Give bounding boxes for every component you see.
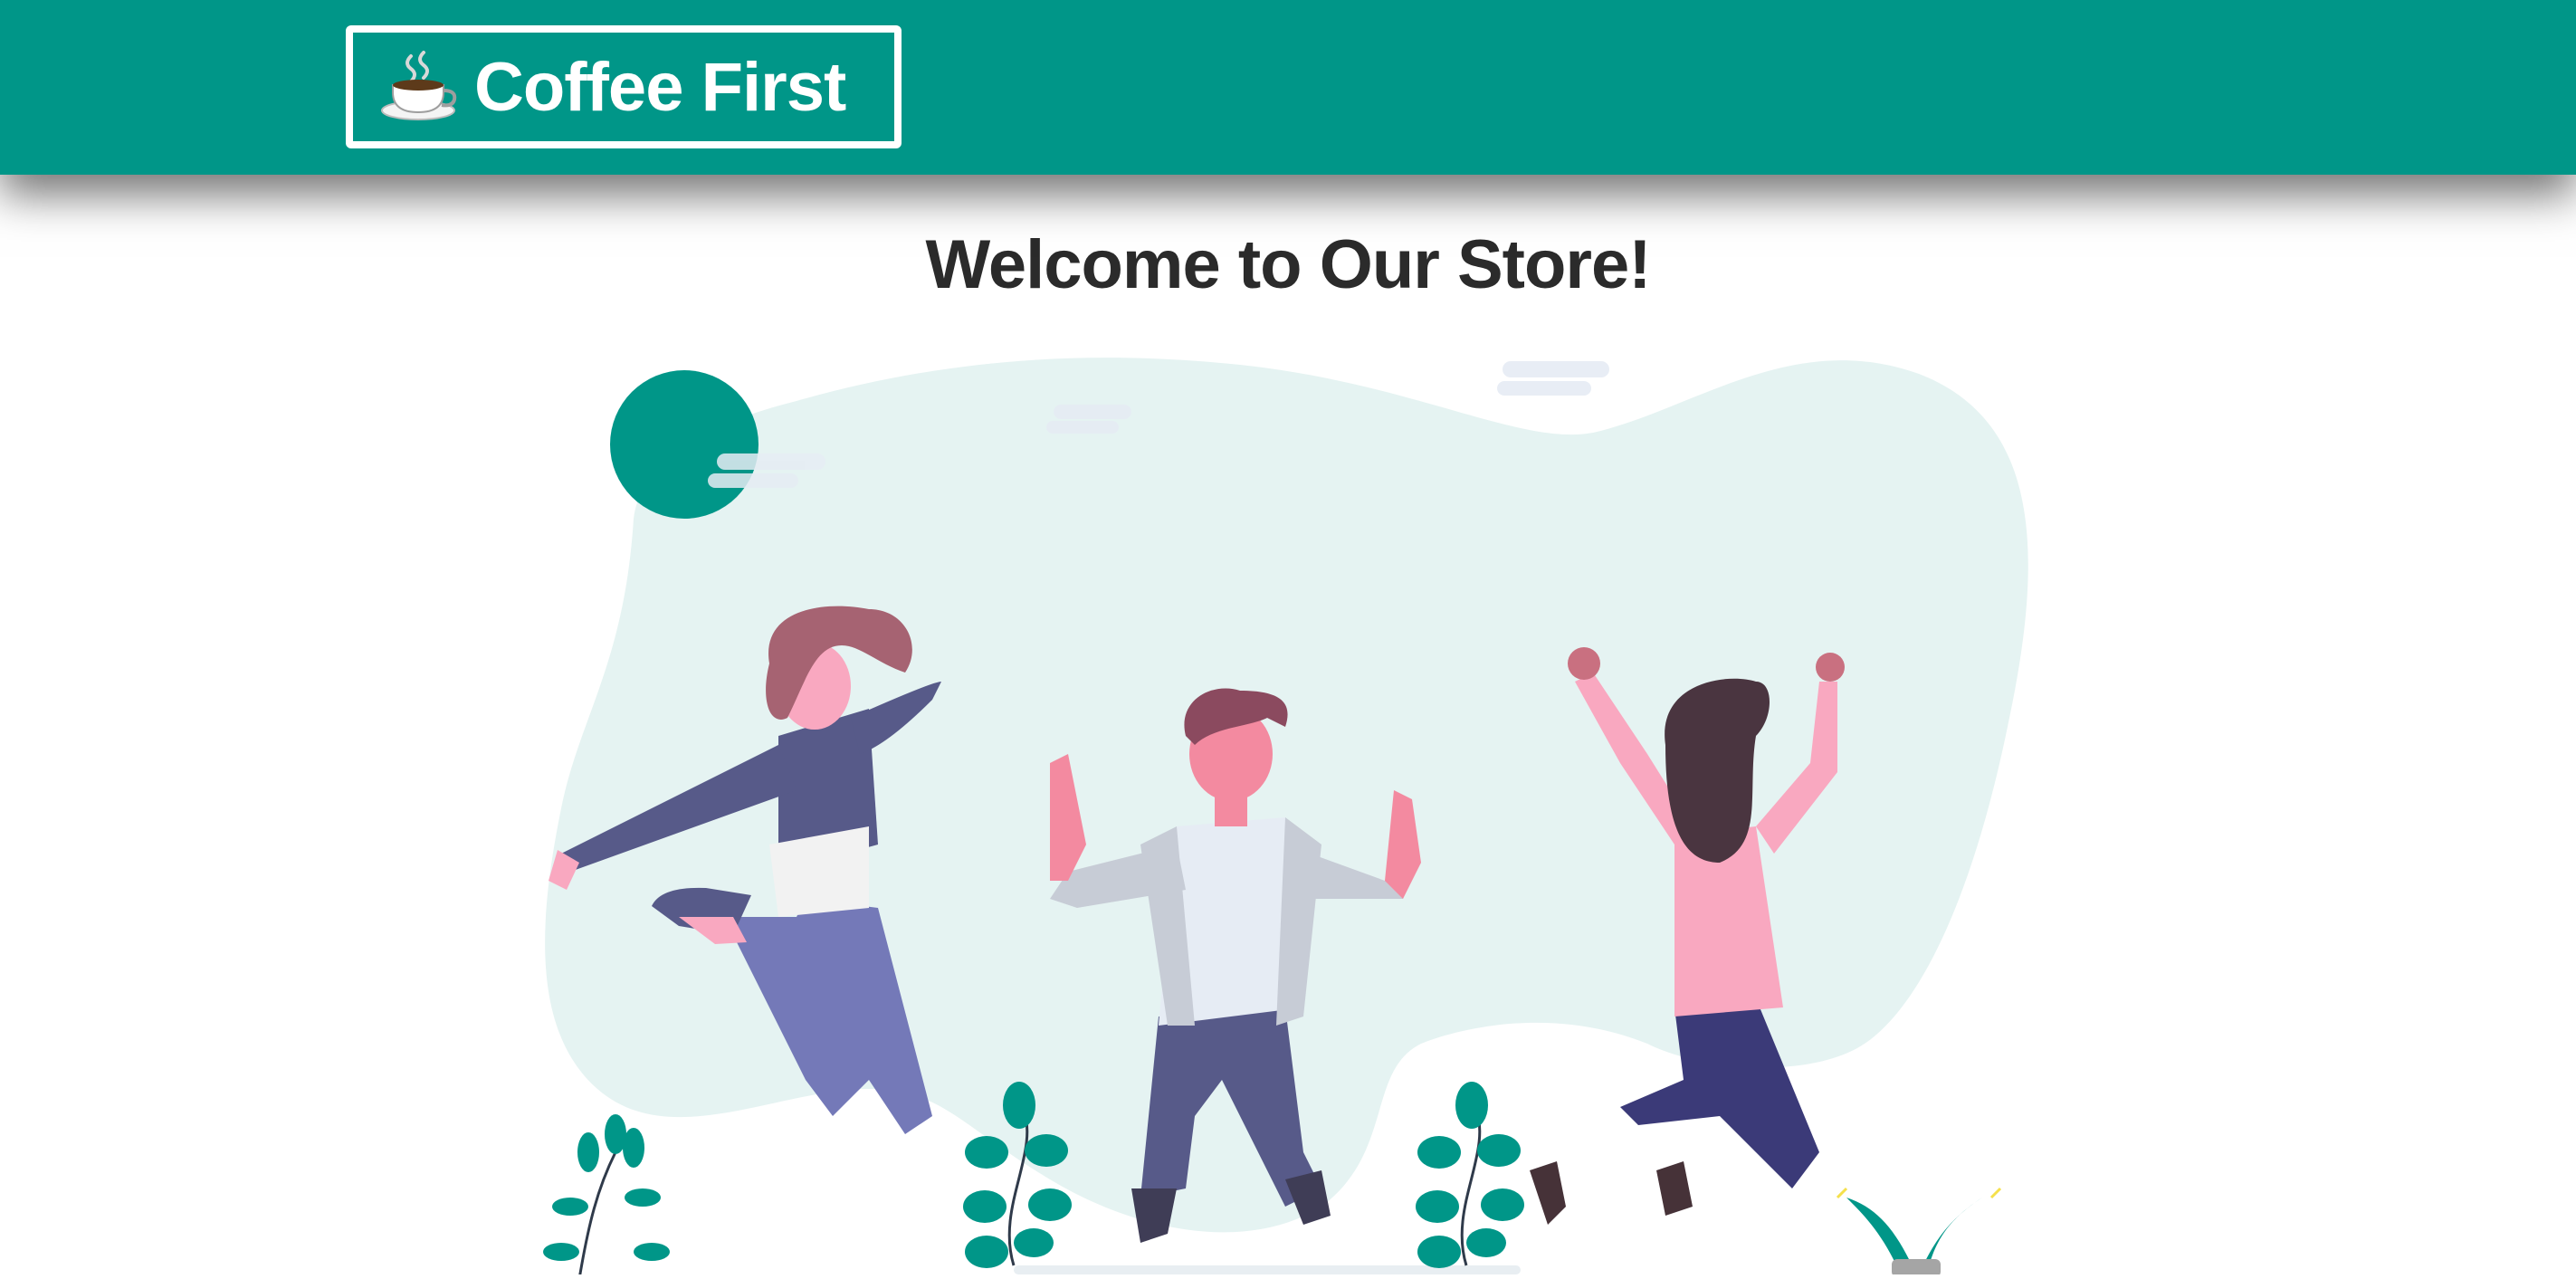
plant-right-bottom xyxy=(1836,1187,2002,1277)
cloud-3 xyxy=(1497,361,1609,396)
brand-link[interactable]: Coffee First xyxy=(346,25,902,148)
main-content: Welcome to Our Store! xyxy=(0,175,2576,1279)
plant-center-right xyxy=(1416,1082,1524,1268)
sun-circle xyxy=(610,370,758,519)
brand-name: Coffee First xyxy=(474,48,846,126)
top-navbar: Coffee First xyxy=(0,0,2576,175)
plant-left-bottom xyxy=(543,1114,670,1279)
coffee-cup-icon xyxy=(380,51,460,123)
page-title: Welcome to Our Store! xyxy=(925,226,1651,303)
hero-illustration xyxy=(507,338,2064,1279)
